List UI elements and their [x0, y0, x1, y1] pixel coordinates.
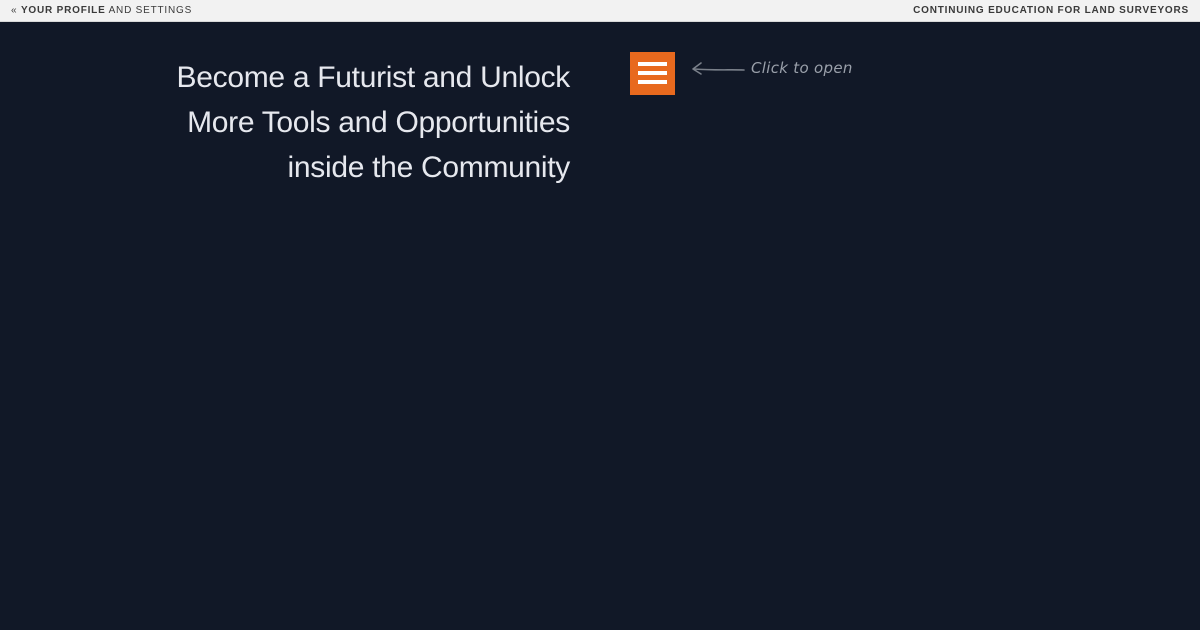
click-to-open-text: Click to open: [751, 59, 853, 77]
left-arrow-icon: [692, 62, 745, 75]
top-bar: « YOUR PROFILE AND SETTINGS CONTINUING E…: [0, 0, 1200, 22]
and-settings-label: AND SETTINGS: [105, 5, 193, 16]
hero-heading: Become a Futurist and Unlock More Tools …: [110, 55, 571, 190]
hero-heading-line-1: Become a Futurist and Unlock: [176, 61, 571, 94]
your-profile-label: YOUR PROFILE: [20, 5, 106, 16]
profile-settings-link[interactable]: « YOUR PROFILE AND SETTINGS: [11, 5, 192, 16]
back-chevron-label: «: [11, 5, 21, 16]
hero-heading-line-2: More Tools and Opportunities: [187, 106, 570, 139]
continuing-education-link[interactable]: CONTINUING EDUCATION FOR LAND SURVEYORS: [913, 5, 1189, 16]
hamburger-menu-icon: [638, 62, 667, 84]
hero-heading-line-3: inside the Community: [287, 151, 571, 184]
menu-toggle-button[interactable]: [630, 52, 675, 95]
